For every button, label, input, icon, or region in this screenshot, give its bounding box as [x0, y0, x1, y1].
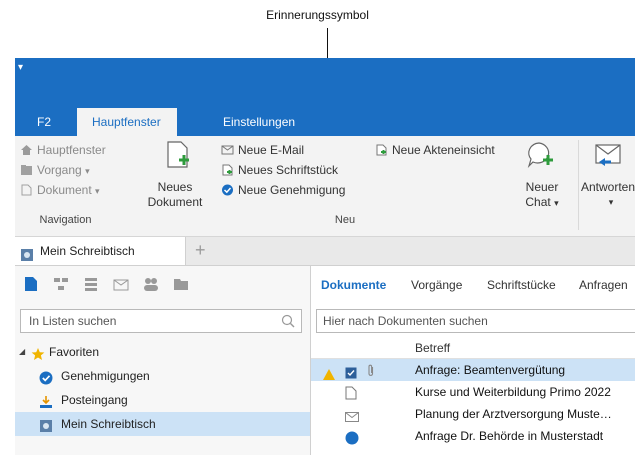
left-panel: In Listen suchen ◢ Favoriten Genehmigung…: [15, 266, 311, 455]
approval-check-icon: [221, 182, 234, 196]
document-blue-icon[interactable]: [23, 276, 39, 292]
new-chat-button[interactable]: Neuer Chat ▾: [515, 140, 569, 210]
group-label-navigation: Navigation: [39, 214, 92, 226]
group-label-neu: Neu: [334, 214, 356, 226]
folder-icon: [20, 162, 33, 175]
expand-triangle-icon[interactable]: ◢: [19, 340, 25, 364]
tab-hauptfenster[interactable]: Hauptfenster: [77, 108, 177, 136]
new-document-button[interactable]: Neues Dokument: [143, 140, 207, 210]
tab-vorgaenge[interactable]: Vorgänge: [411, 278, 462, 292]
nav-dokument-button[interactable]: Dokument ▾: [20, 180, 100, 200]
document-search-input[interactable]: Hier nach Dokumenten suchen: [316, 309, 635, 333]
hierarchy-icon[interactable]: [53, 276, 69, 292]
table-row[interactable]: Planung der Arztversorgung Muste…: [311, 403, 635, 425]
new-email-button[interactable]: Neue E-Mail: [221, 140, 304, 160]
desk-icon: [20, 244, 34, 261]
mail-stack-icon[interactable]: [113, 276, 129, 292]
document-plus-icon: [375, 142, 388, 156]
desk-icon: [39, 417, 53, 441]
tab-mein-schreibtisch[interactable]: Mein Schreibtisch: [15, 237, 186, 265]
title-bar: ▾: [15, 58, 635, 108]
approval-check-icon: [345, 430, 359, 452]
search-icon[interactable]: [281, 314, 295, 331]
mail-plus-icon: [221, 142, 234, 155]
ribbon-separator: [578, 140, 579, 230]
table-row[interactable]: Kurse und Weiterbildung Primo 2022: [311, 381, 635, 403]
tree-item-mein-schreibtisch[interactable]: Mein Schreibtisch: [15, 412, 310, 436]
document-icon: [20, 182, 33, 196]
new-genehmigung-button[interactable]: Neue Genehmigung: [221, 180, 345, 200]
application-window: ▾ F2 Hauptfenster Einstellungen Hauptfen…: [15, 58, 635, 455]
new-schriftstueck-button[interactable]: Neues Schriftstück: [221, 160, 338, 180]
new-document-icon: [165, 140, 193, 173]
home-icon: [20, 142, 33, 155]
nav-vorgang-button[interactable]: Vorgang ▾: [20, 160, 90, 180]
nav-hauptfenster-button[interactable]: Hauptfenster: [20, 140, 106, 160]
ribbon: Hauptfenster Vorgang ▾ Dokument ▾ Naviga…: [15, 136, 635, 237]
list-icon[interactable]: [83, 276, 99, 292]
document-plus-icon: [221, 162, 234, 176]
folder-docs-icon[interactable]: [173, 276, 189, 292]
reply-mail-icon: [593, 140, 623, 173]
right-panel: Dokumente Vorgänge Schriftstücke Anfrage…: [311, 266, 635, 455]
list-search-input[interactable]: In Listen suchen: [20, 309, 302, 333]
column-header-betreff[interactable]: Betreff: [311, 338, 635, 359]
tab-anfragen[interactable]: Anfragen: [579, 278, 628, 292]
document-tab-strip: Mein Schreibtisch +: [15, 237, 635, 266]
tab-schriftstuecke[interactable]: Schriftstücke: [487, 278, 556, 292]
tree-item-genehmigungen[interactable]: Genehmigungen: [15, 364, 310, 388]
quick-access-dropdown-icon[interactable]: ▾: [18, 62, 23, 73]
table-row[interactable]: Anfrage Dr. Behörde in Musterstadt: [311, 425, 635, 447]
add-tab-button[interactable]: +: [195, 240, 206, 261]
annotation-label: Erinnerungssymbol: [266, 8, 369, 22]
tab-dokumente[interactable]: Dokumente: [321, 278, 386, 292]
chat-plus-icon: [525, 140, 557, 173]
table-row[interactable]: Anfrage: Beamtenvergütung: [311, 359, 635, 381]
tree-item-favoriten[interactable]: ◢ Favoriten: [15, 340, 310, 364]
reply-button[interactable]: Antworten ▾: [581, 140, 635, 210]
tab-f2[interactable]: F2: [25, 108, 63, 136]
new-akteneinsicht-button[interactable]: Neue Akteneinsicht: [375, 140, 495, 160]
users-icon[interactable]: [143, 276, 159, 292]
tab-einstellungen[interactable]: Einstellungen: [211, 108, 307, 136]
tree-item-posteingang[interactable]: Posteingang: [15, 388, 310, 412]
